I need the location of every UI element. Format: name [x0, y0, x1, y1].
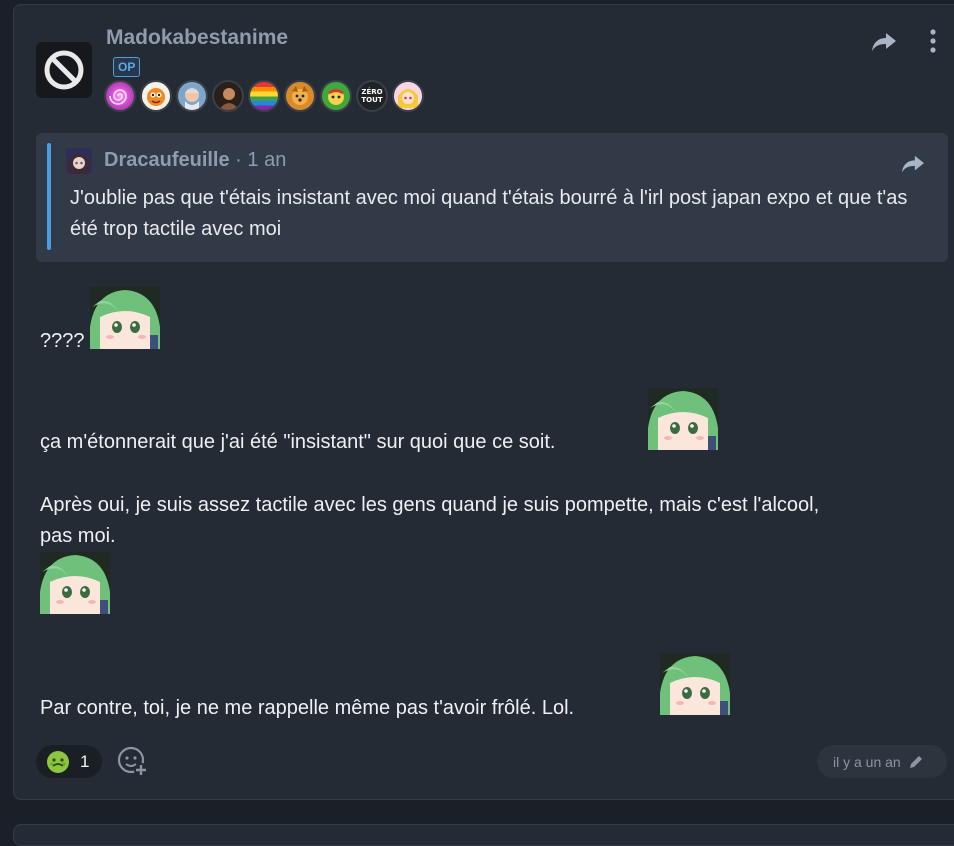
- quoted-message: Dracaufeuille · 1 an J'oublie pas que t'…: [36, 133, 948, 262]
- quote-time: 1 an: [247, 149, 287, 171]
- username-link[interactable]: Madokabestanime: [106, 26, 288, 50]
- green-mascot-badge-icon[interactable]: [320, 80, 352, 112]
- dog-badge-icon[interactable]: [284, 80, 316, 112]
- swirl-badge-icon[interactable]: [104, 80, 136, 112]
- anime-sticker-icon: [660, 653, 730, 715]
- add-reaction-button[interactable]: [116, 745, 150, 784]
- timestamp-chip[interactable]: il y a un an: [817, 745, 947, 778]
- anime-sticker-icon: [648, 388, 718, 450]
- quote-author-avatar[interactable]: [66, 148, 92, 174]
- user-badges: ZÉRO TOUT: [104, 80, 424, 112]
- pencil-icon: [909, 755, 922, 768]
- share-icon: [902, 155, 924, 173]
- quote-separator: ·: [229, 149, 248, 171]
- more-options-button[interactable]: [926, 28, 940, 59]
- message-line-3a: Après oui, je suis assez tactile avec le…: [40, 494, 820, 516]
- zero-tout-badge-icon[interactable]: ZÉRO TOUT: [356, 80, 388, 112]
- reaction-chip[interactable]: 1: [36, 745, 102, 778]
- ban-icon: [44, 50, 84, 90]
- message-line-4: Par contre, toi, je ne me rappelle même …: [40, 697, 575, 719]
- user-avatar[interactable]: [36, 42, 92, 98]
- quote-text: J'oublie pas que t'étais insistant avec …: [70, 187, 908, 240]
- zero-tout-label-1: ZÉRO: [361, 88, 383, 96]
- sick-face-emoji-icon: [47, 750, 69, 773]
- quote-bar: [47, 143, 51, 250]
- share-icon: [872, 33, 896, 51]
- vertical-dots-icon: [930, 29, 936, 53]
- timestamp-text: il y a un an: [833, 753, 901, 770]
- quote-author-name[interactable]: Dracaufeuille: [104, 149, 230, 171]
- zero-tout-label-2: TOUT: [361, 96, 383, 104]
- message-line-3b: pas moi.: [40, 525, 116, 547]
- post-card: [13, 4, 954, 800]
- quote-share-button[interactable]: [900, 153, 926, 180]
- orange-character-badge-icon[interactable]: [140, 80, 172, 112]
- message-line-1: ????: [40, 330, 85, 352]
- rainbow-flag-badge-icon[interactable]: [248, 80, 280, 112]
- anime-sticker-icon: [90, 287, 160, 349]
- old-man-badge-icon[interactable]: [176, 80, 208, 112]
- reaction-count: 1: [80, 751, 90, 771]
- op-badge: OP: [113, 57, 141, 77]
- add-emoji-icon: [117, 746, 148, 777]
- anime-sticker-icon: [40, 552, 110, 614]
- next-post-card: [13, 824, 954, 846]
- portrait-badge-icon[interactable]: [212, 80, 244, 112]
- anime-girl-badge-icon[interactable]: [392, 80, 424, 112]
- message-line-2: ça m'étonnerait que j'ai été "insistant"…: [40, 431, 556, 453]
- share-button[interactable]: [870, 30, 898, 59]
